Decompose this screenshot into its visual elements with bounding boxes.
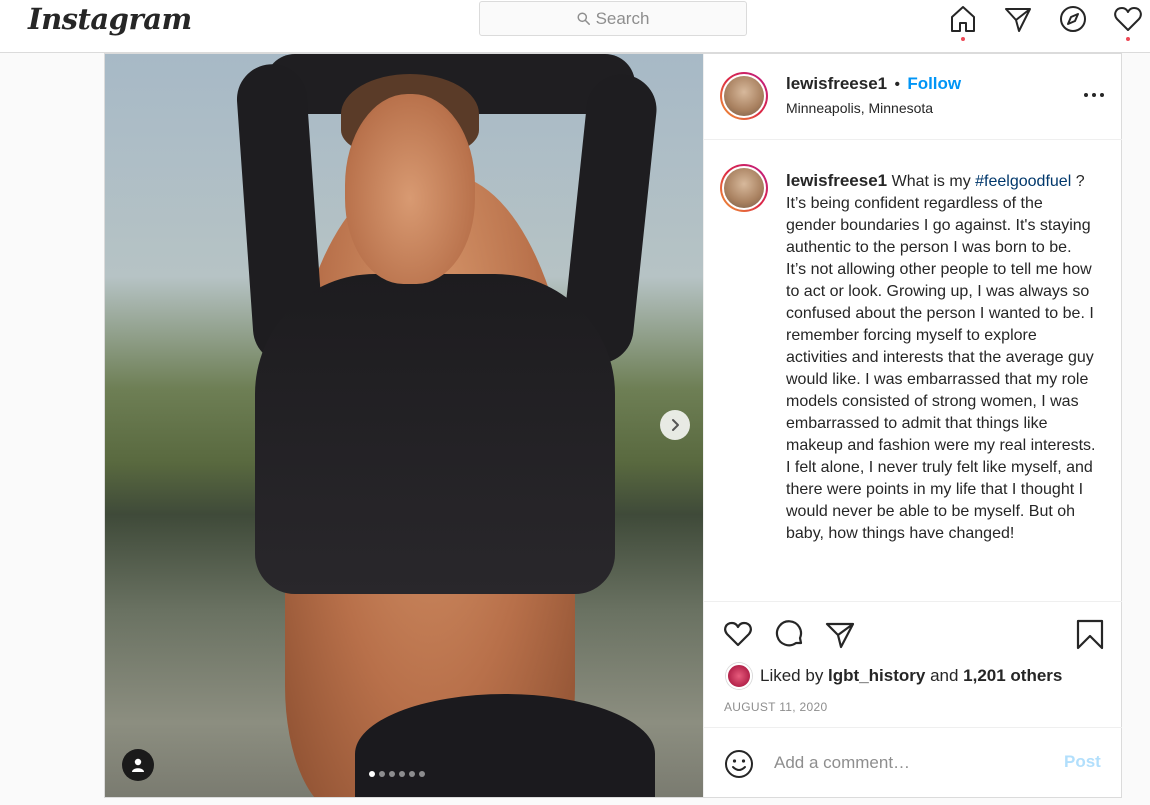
search-placeholder: Search <box>595 8 650 28</box>
comment-icon[interactable] <box>774 618 806 650</box>
post-card: lewisfreese1 • Follow Minneapolis, Minne… <box>104 53 1122 798</box>
post-sidebar: lewisfreese1 • Follow Minneapolis, Minne… <box>703 54 1122 797</box>
post-comment-button[interactable]: Post <box>1064 752 1101 772</box>
liker-avatar[interactable] <box>726 663 752 689</box>
share-icon[interactable] <box>824 618 856 650</box>
carousel-next-button[interactable] <box>660 410 690 440</box>
caption-hashtag-link[interactable]: #feelgoodfuel <box>975 173 1071 190</box>
comment-input[interactable] <box>774 750 1034 776</box>
likes-middle: and <box>925 666 964 685</box>
caption-text-before: What is my <box>887 173 976 190</box>
caption-username[interactable]: lewisfreese1 <box>786 171 887 190</box>
photo-shirt <box>255 274 615 594</box>
post-actions <box>704 602 1122 672</box>
comment-composer: Post <box>704 727 1122 797</box>
post-location[interactable]: Minneapolis, Minnesota <box>786 100 933 116</box>
post-header: lewisfreese1 • Follow Minneapolis, Minne… <box>704 54 1122 140</box>
carousel-dot <box>419 771 425 777</box>
caption-text-after: ? It’s being confident regardless of the… <box>786 173 1096 542</box>
home-icon[interactable] <box>948 4 978 34</box>
bookmark-icon[interactable] <box>1074 618 1106 650</box>
more-options-icon[interactable] <box>1082 88 1106 102</box>
post-photo[interactable] <box>105 54 703 797</box>
follow-button[interactable]: Follow <box>907 74 961 93</box>
direct-icon[interactable] <box>1003 4 1033 34</box>
caption-text: lewisfreese1 What is my #feelgoodfuel ? … <box>786 170 1096 545</box>
carousel-dot <box>389 771 395 777</box>
instagram-logo[interactable]: Instagram <box>28 2 192 36</box>
activity-icon[interactable] <box>1113 4 1143 34</box>
liker-username[interactable]: lgbt_history <box>828 666 925 685</box>
carousel-dot <box>369 771 375 777</box>
likes-prefix: Liked by <box>760 666 829 685</box>
carousel-indicator <box>369 771 425 777</box>
photo-head <box>345 94 475 284</box>
top-navigation-bar: Instagram Search <box>0 0 1150 53</box>
likes-summary: Liked by lgbt_history and 1,201 others <box>726 663 1062 689</box>
carousel-dot <box>399 771 405 777</box>
like-heart-icon[interactable] <box>722 618 754 650</box>
carousel-dot <box>379 771 385 777</box>
author-username[interactable]: lewisfreese1 <box>786 74 887 93</box>
caption-author-avatar[interactable] <box>720 164 768 212</box>
search-icon <box>577 12 590 25</box>
explore-icon[interactable] <box>1058 4 1088 34</box>
header-separator: • <box>894 76 900 93</box>
likes-count-link[interactable]: 1,201 others <box>963 666 1062 685</box>
tagged-users-button[interactable] <box>122 749 154 781</box>
emoji-icon[interactable] <box>724 749 754 779</box>
chevron-right-icon <box>672 419 679 431</box>
carousel-dot <box>409 771 415 777</box>
user-icon <box>132 758 144 772</box>
likes-text: Liked by lgbt_history and 1,201 others <box>760 666 1062 686</box>
post-date[interactable]: AUGUST 11, 2020 <box>724 700 827 714</box>
search-box[interactable]: Search <box>479 1 747 36</box>
author-avatar[interactable] <box>720 72 768 120</box>
home-notification-dot <box>961 37 965 41</box>
caption-section: lewisfreese1 What is my #feelgoodfuel ? … <box>704 140 1122 602</box>
activity-notification-dot <box>1126 37 1130 41</box>
